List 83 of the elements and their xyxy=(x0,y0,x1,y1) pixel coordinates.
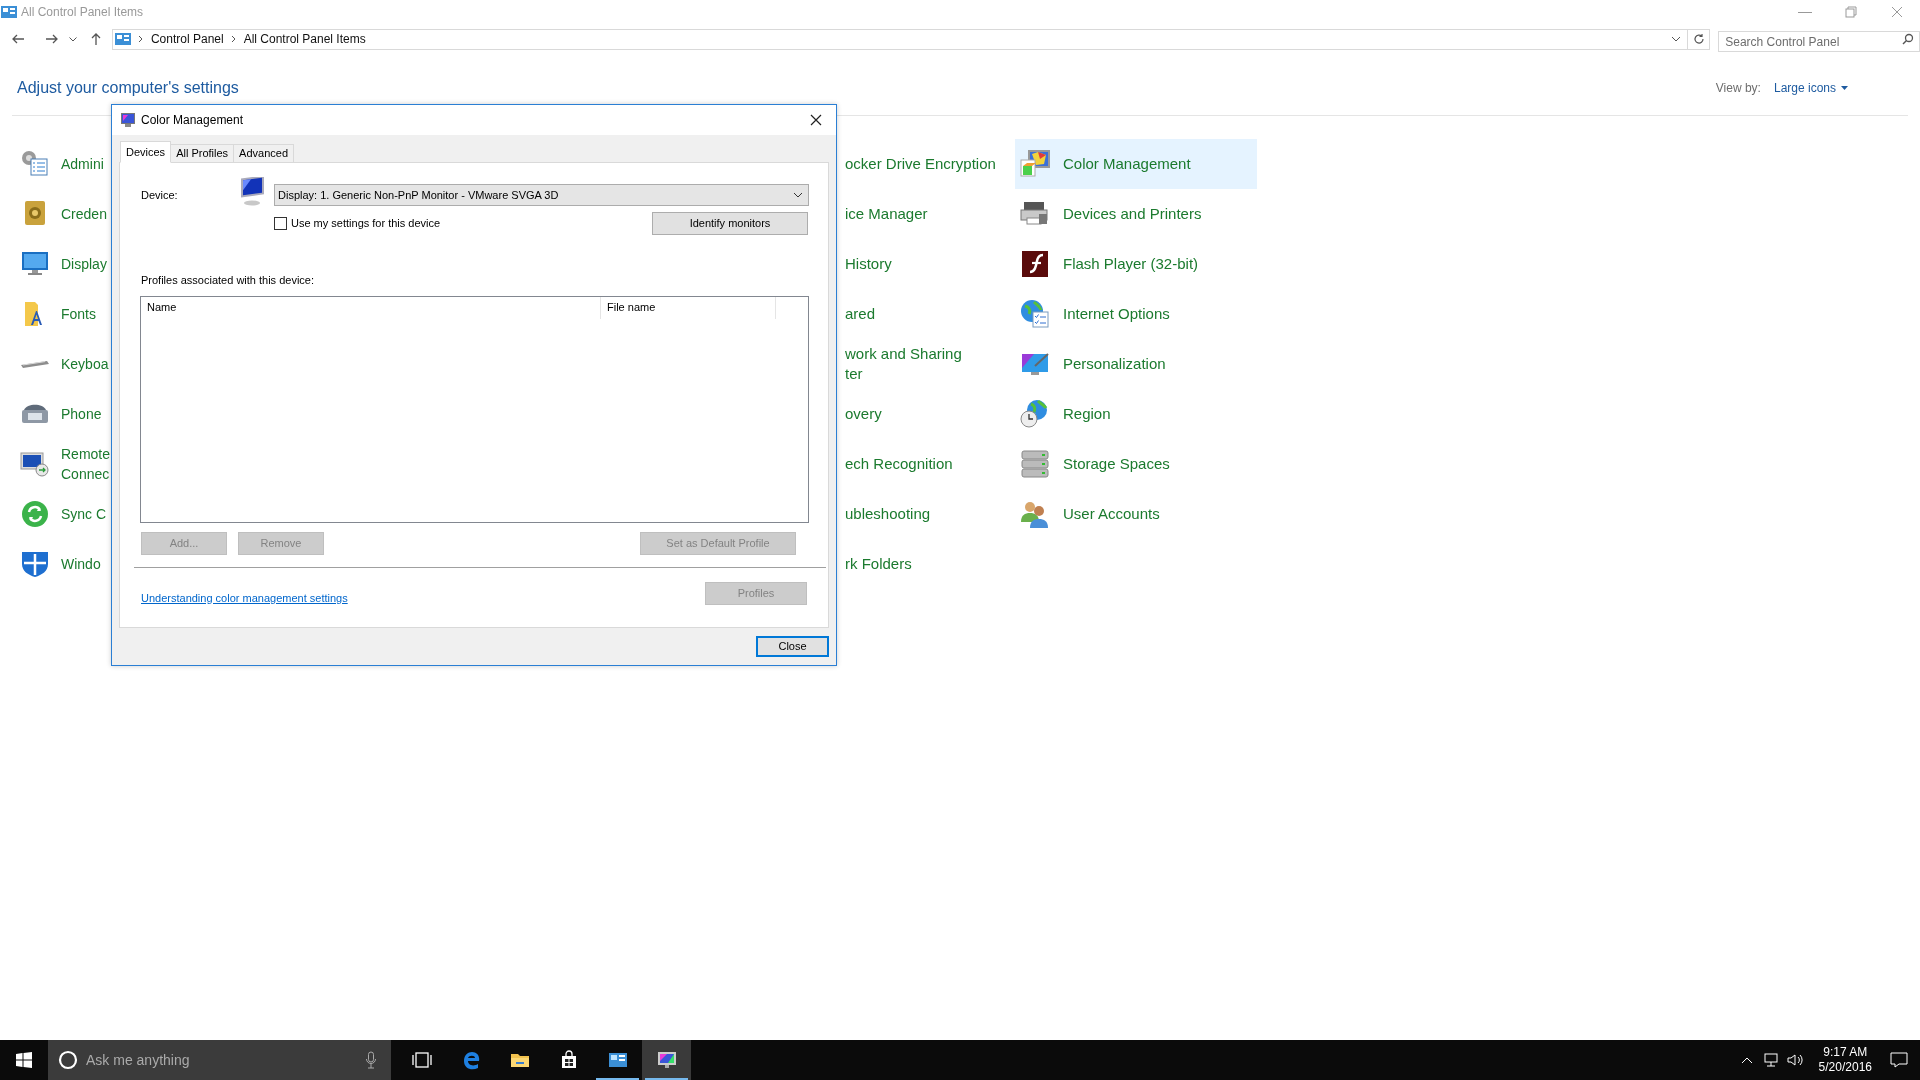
volume-icon[interactable] xyxy=(1786,1052,1805,1068)
column-header[interactable]: File name xyxy=(601,296,776,319)
refresh-button[interactable] xyxy=(1688,28,1711,50)
globe-checklist-icon xyxy=(1019,298,1051,330)
restore-icon xyxy=(1844,5,1858,19)
clock[interactable]: 9:17 AM 5/20/2016 xyxy=(1812,1045,1878,1075)
settings-item[interactable]: ared xyxy=(845,289,1015,339)
chevron-icon xyxy=(229,35,238,43)
device-dropdown[interactable]: Display: 1. Generic Non-PnP Monitor - VMware SVGA 3D xyxy=(274,184,809,206)
settings-item[interactable]: Color Management xyxy=(1015,139,1257,189)
search-icon xyxy=(1902,32,1914,45)
column-header[interactable]: Name xyxy=(141,296,601,319)
settings-item[interactable]: ice Manager xyxy=(845,189,1015,239)
help-link[interactable]: Understanding color management settings xyxy=(141,589,348,606)
settings-item[interactable]: Flash Player (32-bit) xyxy=(1015,239,1257,289)
settings-item[interactable]: overy xyxy=(845,389,1015,439)
settings-item[interactable]: Devices and Printers xyxy=(1015,189,1257,239)
settings-item[interactable]: History xyxy=(845,239,1015,289)
settings-item[interactable]: Display xyxy=(17,239,111,289)
settings-item[interactable]: Personalization xyxy=(1015,339,1257,389)
flash-icon xyxy=(1019,248,1051,280)
breadcrumb-item[interactable]: All Control Panel Items xyxy=(243,30,366,48)
caret-icon xyxy=(1841,85,1848,90)
task-view-icon xyxy=(411,1050,432,1070)
monitor-icon xyxy=(656,1050,677,1070)
settings-item[interactable]: work and Sharing ter xyxy=(845,339,1015,389)
settings-item[interactable]: Windo xyxy=(17,539,111,589)
settings-item[interactable]: Admini xyxy=(17,139,111,189)
address-bar[interactable]: Control Panel All Control Panel Items xyxy=(111,28,1689,50)
control-panel-icon xyxy=(1,4,17,20)
monitor-icon xyxy=(238,177,266,207)
keyboard-icon xyxy=(19,359,51,369)
view-by-label: View by: xyxy=(1715,79,1761,97)
device-label: Device: xyxy=(141,187,179,203)
dropdown-icon[interactable] xyxy=(1671,34,1682,44)
breadcrumb-item[interactable]: Control Panel xyxy=(150,30,224,48)
settings-item[interactable]: rk Folders xyxy=(845,539,1015,589)
windows-logo-icon xyxy=(16,1052,32,1068)
microphone-icon[interactable] xyxy=(365,1051,377,1069)
network-icon[interactable] xyxy=(1762,1052,1779,1068)
window-title: All Control Panel Items xyxy=(21,4,144,21)
settings-item[interactable]: User Accounts xyxy=(1015,489,1257,539)
taskbar-app-button[interactable] xyxy=(642,1040,691,1080)
taskbar-search-field[interactable]: Ask me anything xyxy=(48,1040,391,1080)
settings-item[interactable]: Phone xyxy=(17,389,111,439)
back-icon xyxy=(11,32,25,46)
notification-icon[interactable] xyxy=(1890,1052,1908,1068)
close-icon xyxy=(1890,5,1904,19)
identify-monitors-button[interactable]: Identify monitors xyxy=(652,212,808,235)
sync-icon xyxy=(19,498,51,530)
drive-stack-icon xyxy=(1019,448,1051,480)
settings-item[interactable]: Remote Connec xyxy=(17,439,111,489)
settings-item[interactable]: Keyboa xyxy=(17,339,111,389)
chevron-up-icon[interactable] xyxy=(1740,1056,1753,1064)
settings-item[interactable]: ech Recognition xyxy=(845,439,1015,489)
search-field[interactable]: Search Control Panel xyxy=(1718,31,1920,52)
settings-item[interactable]: Creden xyxy=(17,189,111,239)
settings-item[interactable]: Sync C xyxy=(17,489,111,539)
settings-item[interactable]: Storage Spaces xyxy=(1015,439,1257,489)
settings-item[interactable]: Region xyxy=(1015,389,1257,439)
forward-icon xyxy=(44,32,59,46)
color-cube-icon xyxy=(1019,148,1051,180)
settings-item[interactable]: ubleshooting xyxy=(845,489,1015,539)
chevron-down-icon xyxy=(793,192,803,198)
dialog-close-button[interactable]: Close xyxy=(756,636,829,657)
page-heading: Adjust your computer's settings xyxy=(17,77,239,98)
profiles-label: Profiles associated with this device: xyxy=(141,273,315,288)
settings-item[interactable]: Internet Options xyxy=(1015,289,1257,339)
refresh-icon xyxy=(1692,33,1705,45)
settings-item[interactable]: ocker Drive Encryption xyxy=(845,139,1015,189)
monitor-icon xyxy=(120,112,136,128)
tab[interactable]: Devices xyxy=(120,141,172,163)
settings-item[interactable]: Fonts xyxy=(17,289,111,339)
control-panel-icon xyxy=(607,1050,628,1070)
chevron-icon xyxy=(136,35,145,43)
control-panel-icon xyxy=(114,32,131,46)
minimize-icon xyxy=(1798,11,1812,13)
cortana-icon xyxy=(58,1050,78,1070)
dialog-title: Color Management xyxy=(141,112,244,129)
dropdown-icon xyxy=(68,36,77,42)
close-icon xyxy=(810,114,822,126)
use-my-settings-checkbox[interactable]: Use my settings for this device xyxy=(274,215,441,232)
view-by-dropdown[interactable]: Large icons xyxy=(1773,78,1848,97)
